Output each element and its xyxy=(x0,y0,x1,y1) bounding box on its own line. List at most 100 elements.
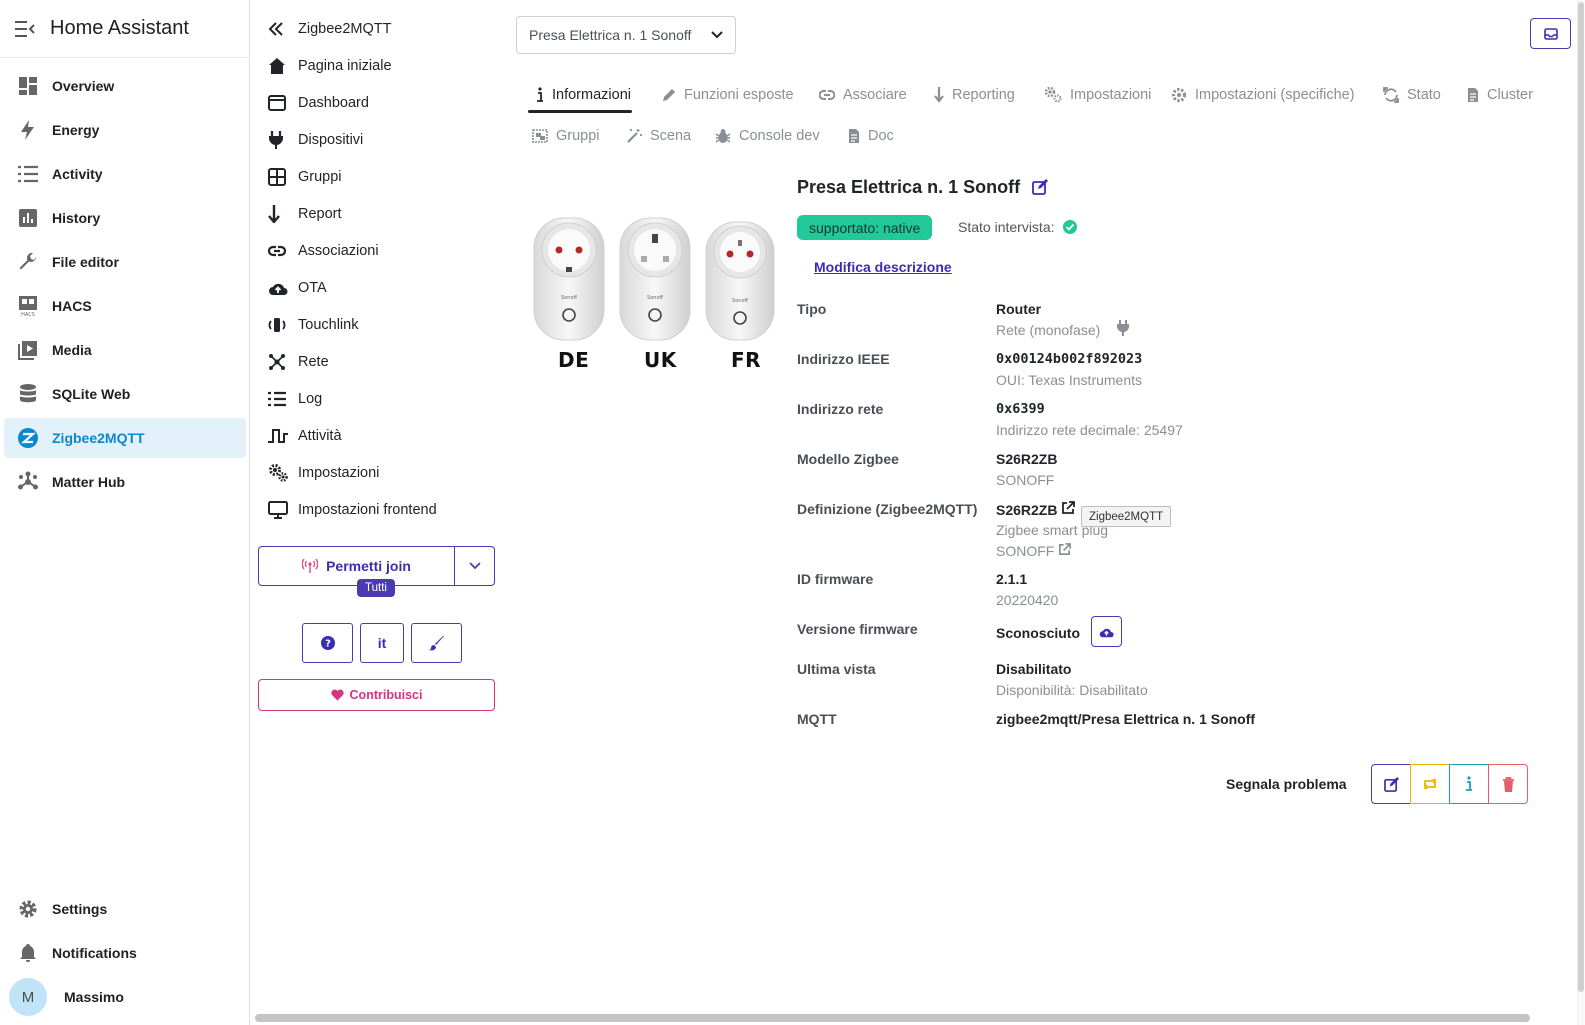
sidebar-item-matter-hub[interactable]: Matter Hub xyxy=(4,462,246,502)
sidebar-item-activity[interactable]: Activity xyxy=(4,154,246,194)
nav-item-network[interactable]: Rete xyxy=(268,347,329,377)
inbox-icon xyxy=(1543,27,1558,40)
tab-associare[interactable]: Associare xyxy=(819,82,907,108)
horizontal-scrollbar[interactable] xyxy=(255,1014,1530,1022)
sidebar-item-sqlite-web[interactable]: SQLite Web xyxy=(4,374,246,414)
svg-text:Sonoff: Sonoff xyxy=(561,295,577,301)
interview-status: Stato intervista: xyxy=(958,219,1077,235)
row-mqtt-label: MQTT xyxy=(797,711,837,727)
nav-item-label: Impostazioni frontend xyxy=(298,502,437,518)
tab-impostazioni-specifiche[interactable]: Impostazioni (specifiche) xyxy=(1171,82,1355,108)
vertical-scrollbar[interactable] xyxy=(1578,2,1584,992)
sidebar-item-notifications[interactable]: Notifications xyxy=(4,933,246,973)
theme-button[interactable] xyxy=(411,623,462,663)
double-chevron-left-icon xyxy=(268,22,298,36)
tab-scena[interactable]: Scena xyxy=(626,123,691,149)
tab-gruppi[interactable]: Gruppi xyxy=(532,123,600,149)
cloud-upload-icon xyxy=(268,280,298,296)
monitor-icon xyxy=(268,501,298,519)
question-circle-icon: ? xyxy=(320,636,335,650)
nav-item-label: Gruppi xyxy=(298,169,342,185)
help-button[interactable]: ? xyxy=(302,623,353,663)
nav-item-touchlink[interactable]: Touchlink xyxy=(268,310,358,340)
sidebar-item-file-editor[interactable]: File editor xyxy=(4,242,246,282)
sidebar-item-hacs[interactable]: HACS HACS xyxy=(4,286,246,326)
device-name: Presa Elettrica n. 1 Sonoff xyxy=(797,177,1021,197)
nav-item-settings[interactable]: Impostazioni xyxy=(268,458,379,488)
sidebar-item-media[interactable]: Media xyxy=(4,330,246,370)
nav-item-home[interactable]: Pagina iniziale xyxy=(268,51,392,81)
sidebar-item-settings[interactable]: Settings xyxy=(4,889,246,929)
tab-console-dev[interactable]: Console dev xyxy=(715,123,820,149)
row-last-seen-value: Disabilitato xyxy=(996,661,1072,677)
svg-text:Sonoff: Sonoff xyxy=(732,298,748,304)
network-icon xyxy=(268,353,298,371)
sidebar-item-overview[interactable]: Overview xyxy=(4,66,246,106)
sidebar-item-label: File editor xyxy=(52,254,119,270)
tab-doc[interactable]: Doc xyxy=(848,123,894,149)
tab-label: Funzioni esposte xyxy=(684,87,794,103)
paintbrush-icon xyxy=(428,636,444,651)
row-definition-vendor: SONOFF xyxy=(996,543,1055,559)
sidebar-item-energy[interactable]: Energy xyxy=(4,110,246,150)
nav-item-dashboard[interactable]: Dashboard xyxy=(268,88,369,118)
tab-stato[interactable]: Stato xyxy=(1383,82,1441,108)
nav-item-label: Report xyxy=(298,206,342,222)
nav-item-report[interactable]: Report xyxy=(268,199,342,229)
plug-icon xyxy=(268,131,298,149)
contribute-button[interactable]: Contribuisci xyxy=(258,679,495,711)
tab-reporting[interactable]: Reporting xyxy=(934,82,1015,108)
menu-toggle-button[interactable] xyxy=(0,0,50,58)
file-icon xyxy=(849,129,859,143)
wave-square-icon xyxy=(268,428,298,444)
tab-impostazioni[interactable]: Impostazioni xyxy=(1044,82,1151,108)
nav-item-groups[interactable]: Gruppi xyxy=(268,162,342,192)
nav-item-bindings[interactable]: Associazioni xyxy=(268,236,379,266)
nav-item-activity[interactable]: Attività xyxy=(268,421,342,451)
sidebar-item-label: Notifications xyxy=(52,945,137,961)
row-definition-vendor-link[interactable]: SONOFF xyxy=(996,543,1072,559)
sidebar-item-zigbee2mqtt[interactable]: Zigbee2MQTT xyxy=(4,418,246,458)
permit-join-dropdown[interactable] xyxy=(455,546,495,586)
tab-label: Stato xyxy=(1407,87,1441,103)
nav-item-label: OTA xyxy=(298,280,327,296)
interview-button[interactable] xyxy=(1449,764,1489,804)
sidebar-item-label: Media xyxy=(52,342,92,358)
sidebar-item-label: Energy xyxy=(52,122,100,138)
reconfigure-button[interactable] xyxy=(1410,764,1450,804)
database-icon xyxy=(4,384,52,404)
rename-device-button[interactable] xyxy=(1032,179,1048,200)
row-definition-link[interactable]: S26R2ZB xyxy=(996,501,1076,518)
nav-item-ota[interactable]: OTA xyxy=(268,273,327,303)
contribute-label: Contribuisci xyxy=(349,688,423,702)
language-button[interactable]: it xyxy=(360,623,404,663)
tab-cluster[interactable]: Cluster xyxy=(1467,82,1533,108)
row-type-label: Tipo xyxy=(797,301,827,317)
nav-item-frontend-settings[interactable]: Impostazioni frontend xyxy=(268,495,437,525)
sidebar-item-user[interactable]: M Massimo xyxy=(4,977,246,1017)
gear-icon xyxy=(1171,87,1187,103)
support-badge: supportato: native xyxy=(797,215,933,240)
edit-description-link[interactable]: Modifica descrizione xyxy=(814,259,952,275)
remove-device-button[interactable] xyxy=(1488,764,1528,804)
permit-join-target-badge: Tutti xyxy=(357,579,395,597)
gears-icon xyxy=(268,464,298,482)
report-problem-link[interactable]: Segnala problema xyxy=(1226,776,1347,792)
sidebar-item-history[interactable]: History xyxy=(4,198,246,238)
hacs-icon: HACS xyxy=(4,295,52,317)
arrow-down-icon xyxy=(934,87,944,103)
tab-informazioni[interactable]: Informazioni xyxy=(536,82,631,108)
nav-item-devices[interactable]: Dispositivi xyxy=(268,125,363,155)
external-link-icon xyxy=(1062,501,1076,514)
permit-join-button[interactable]: Permetti join xyxy=(258,546,455,586)
info-icon xyxy=(537,87,543,102)
magic-wand-icon xyxy=(627,129,642,143)
rename-button[interactable] xyxy=(1371,764,1411,804)
nav-item-label: Log xyxy=(298,391,323,407)
firmware-update-button[interactable] xyxy=(1091,616,1122,647)
nav-collapse-title[interactable]: Zigbee2MQTT xyxy=(268,14,391,44)
nav-item-log[interactable]: Log xyxy=(268,384,322,414)
tab-funzioni-esposte[interactable]: Funzioni esposte xyxy=(662,82,794,108)
panel-toggle-button[interactable] xyxy=(1530,18,1571,49)
device-select[interactable]: Presa Elettrica n. 1 Sonoff xyxy=(516,16,736,54)
